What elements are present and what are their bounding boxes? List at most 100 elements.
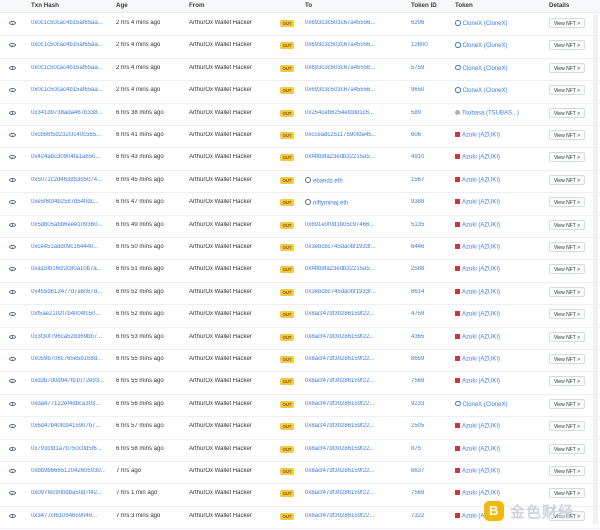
token-id-link[interactable]: 7322 xyxy=(411,513,424,519)
view-nft-button[interactable]: View NFT > xyxy=(549,466,585,476)
eye-icon[interactable] xyxy=(9,267,16,272)
from-address[interactable]: ArthurOx Wallet Hacker xyxy=(189,446,252,452)
txn-hash-link[interactable]: 0x0c1c50cac4b15af65aa... xyxy=(31,65,105,71)
token-link[interactable]: CloneX (CloneX) xyxy=(455,20,545,27)
from-address[interactable]: ArthurOx Wallet Hacker xyxy=(189,222,252,228)
eye-icon[interactable] xyxy=(9,334,16,339)
token-link[interactable]: Azuki (AZUKI) xyxy=(455,311,545,318)
to-address-link[interactable]: 0x3ebcbc745da0bf1933f... xyxy=(305,289,379,295)
eye-icon[interactable] xyxy=(9,469,16,473)
txn-hash-link[interactable]: 0xbb9b666512042605030... xyxy=(31,468,105,474)
token-id-link[interactable]: 1567 xyxy=(411,177,424,183)
token-id-link[interactable]: 4759 xyxy=(411,311,424,317)
txn-hash-link[interactable]: 0x0c1c50cac4b15af65aa... xyxy=(31,42,105,48)
txn-hash-link[interactable]: 0x0c1c50cac4b15af65aa... xyxy=(31,87,105,93)
to-address-link[interactable]: 0x254ceb6254efddd1c6... xyxy=(305,110,379,116)
txn-hash-link[interactable]: 0x793cfd1a7b750c0d5f6... xyxy=(31,446,105,452)
from-address[interactable]: ArthurOx Wallet Hacker xyxy=(189,132,252,138)
txn-hash-link[interactable]: 0x0c1c50cac4b15af65aa... xyxy=(31,20,105,26)
from-address[interactable]: ArthurOx Wallet Hacker xyxy=(189,65,252,71)
token-link[interactable]: Azuki (AZUKI) xyxy=(455,468,545,475)
token-link[interactable]: Azuki (AZUKI) xyxy=(455,176,545,183)
from-address[interactable]: ArthurOx Wallet Hacker xyxy=(189,311,252,317)
eye-icon[interactable] xyxy=(9,379,16,384)
view-nft-button[interactable]: View NFT > xyxy=(549,488,585,499)
eye-icon[interactable] xyxy=(9,177,16,182)
token-link[interactable]: Azuki (AZUKI) xyxy=(455,423,545,430)
token-id-link[interactable]: 7569 xyxy=(411,490,424,496)
token-id-link[interactable]: 4910 xyxy=(411,154,424,160)
token-link[interactable]: Azuki (AZUKI) xyxy=(455,378,545,385)
txn-hash-link[interactable]: 0xda477122ef4dbca303... xyxy=(31,401,105,407)
to-address-link[interactable]: 0x8acf47df30286159f22... xyxy=(305,401,379,407)
token-link[interactable]: CloneX (CloneX) xyxy=(455,87,545,94)
view-nft-button[interactable]: View NFT > xyxy=(549,152,585,163)
eye-icon[interactable] xyxy=(9,110,16,115)
token-id-link[interactable]: 6206 xyxy=(411,20,424,26)
eye-icon[interactable] xyxy=(9,88,16,93)
to-address-link[interactable]: 0x8acf47df30286159f22... xyxy=(305,334,379,340)
view-nft-button[interactable]: View NFT > xyxy=(549,242,585,252)
view-nft-button[interactable]: View NFT > xyxy=(549,286,585,297)
token-link[interactable]: CloneX (CloneX) xyxy=(455,64,545,72)
view-nft-button[interactable]: View NFT > xyxy=(549,130,585,140)
eye-icon[interactable] xyxy=(9,401,16,406)
view-nft-button[interactable]: View NFT > xyxy=(549,219,585,230)
view-nft-button[interactable]: View NFT > xyxy=(549,18,585,28)
to-address-link[interactable]: 0xf4fb9fa23edb32215a5... xyxy=(305,266,379,272)
from-address[interactable]: ArthurOx Wallet Hacker xyxy=(189,378,252,384)
token-id-link[interactable]: 6446 xyxy=(411,244,424,250)
token-link[interactable]: Azuki (AZUKI) xyxy=(455,288,545,295)
token-link[interactable]: Azuki (AZUKI) xyxy=(455,266,545,273)
from-address[interactable]: ArthurOx Wallet Hacker xyxy=(189,154,252,160)
view-nft-button[interactable]: View NFT > xyxy=(549,197,585,208)
txn-hash-link[interactable]: 0x3477cf61094659046... xyxy=(31,513,105,519)
to-address-link[interactable]: 0x8acf47df30286159f22... xyxy=(305,468,379,474)
from-address[interactable]: ArthurOx Wallet Hacker xyxy=(189,177,252,183)
eye-icon[interactable] xyxy=(9,65,16,70)
token-id-link[interactable]: 4365 xyxy=(411,334,424,340)
to-address-link[interactable]: 0x693c3c503c67a45556... xyxy=(305,20,379,26)
token-id-link[interactable]: 5135 xyxy=(411,222,424,228)
token-link[interactable]: CloneX (CloneX) xyxy=(455,400,545,408)
to-address-link[interactable]: 0x8acf47df30286159f22... xyxy=(305,378,379,384)
eye-icon[interactable] xyxy=(9,424,16,429)
token-id-link[interactable]: 2588 xyxy=(411,266,424,272)
txn-hash-link[interactable]: 0x5071c2d463d53b5074... xyxy=(31,177,105,183)
txn-hash-link[interactable]: 0xe5f6fd4b2587d540dc... xyxy=(31,199,105,205)
token-id-link[interactable]: 9650 xyxy=(411,87,424,93)
txn-hash-link[interactable]: 0x341d9738ada467b338... xyxy=(31,110,105,116)
from-address[interactable]: ArthurOx Wallet Hacker xyxy=(189,334,252,340)
eye-icon[interactable] xyxy=(9,200,16,205)
eye-icon[interactable] xyxy=(9,133,16,137)
to-address-link[interactable]: 0x8acf47df30286159f22... xyxy=(305,513,379,519)
view-nft-button[interactable]: View NFT > xyxy=(549,107,585,118)
token-link[interactable]: Azuki (AZUKI) xyxy=(455,199,545,206)
token-link[interactable]: Azuki (AZUKI) xyxy=(455,333,545,340)
eye-icon[interactable] xyxy=(9,289,16,294)
eye-icon[interactable] xyxy=(9,312,16,317)
token-id-link[interactable]: 9388 xyxy=(411,199,424,205)
txn-hash-link[interactable]: 0x6d47b40fcb415907b7... xyxy=(31,423,105,429)
txn-hash-link[interactable]: 0x097fec90bdba50d7f42... xyxy=(31,490,105,496)
txn-hash-link[interactable]: 0x455d613477d7a6c67d... xyxy=(31,289,105,295)
eye-icon[interactable] xyxy=(9,222,16,227)
from-address[interactable]: ArthurOx Wallet Hacker xyxy=(189,513,252,519)
view-nft-button[interactable]: View NFT > xyxy=(549,85,585,96)
token-id-link[interactable]: 8614 xyxy=(411,289,424,295)
from-address[interactable]: ArthurOx Wallet Hacker xyxy=(189,20,252,26)
view-nft-button[interactable]: View NFT > xyxy=(549,443,585,454)
view-nft-button[interactable]: View NFT > xyxy=(549,174,585,185)
view-nft-button[interactable]: View NFT > xyxy=(549,376,585,387)
token-link[interactable]: Azuki (AZUKI) xyxy=(455,445,545,452)
token-link[interactable]: Azuki (AZUKI) xyxy=(455,490,545,497)
scrollbar[interactable] xyxy=(593,14,598,524)
token-link[interactable]: CloneX (CloneX) xyxy=(455,42,545,49)
to-address-link[interactable]: 0xf4fb9fa23edb32215a5... xyxy=(305,154,379,160)
token-id-link[interactable]: 606 xyxy=(411,132,421,138)
token-id-link[interactable]: 2505 xyxy=(411,423,424,429)
token-link[interactable]: Azuki (AZUKI) xyxy=(455,244,545,251)
token-id-link[interactable]: 589 xyxy=(411,110,421,116)
to-address-link[interactable]: 0x8acf47df30286159f22... xyxy=(305,423,379,429)
from-address[interactable]: ArthurOx Wallet Hacker xyxy=(189,244,252,250)
